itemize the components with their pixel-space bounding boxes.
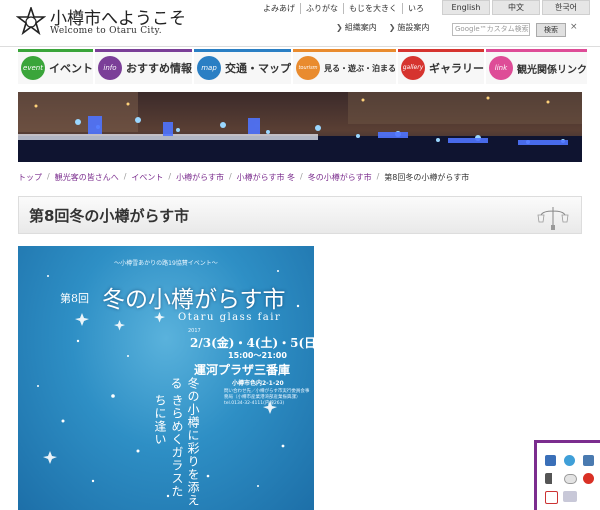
breadcrumb-separator: / [168,172,172,181]
accessibility-links: よみあげ ふりがな もじを大きく いろ [258,3,429,14]
breadcrumb-separator: / [376,172,380,181]
poster-title: 冬の小樽がらす市 [102,287,286,313]
nav-info-label: おすすめ情報 [126,62,192,75]
app-tray-icon[interactable] [545,455,556,466]
nav-event[interactable]: event イベント [18,49,93,84]
bullet-icon: ❯ [388,23,396,32]
city-emblem-icon[interactable] [16,7,46,37]
text-size-link[interactable]: もじを大きく [344,3,403,14]
read-aloud-link[interactable]: よみあげ [258,3,301,14]
search-button[interactable]: 検索 [536,23,566,37]
gas-lamp-icon [537,207,569,230]
gallery-icon: gallery [401,56,425,80]
lang-korean[interactable]: 한국어 [542,0,590,15]
nav-map[interactable]: map 交通・マップ [194,49,291,84]
poster-edition: 第8回 [60,292,89,305]
breadcrumb: トップ / 観光客の皆さんへ / イベント / 小樽がらす市 / 小樽がらす市 冬 / 冬… [18,172,469,183]
lang-english[interactable]: English [442,0,490,15]
breadcrumb-link[interactable]: 観光客の皆さんへ [55,172,119,183]
breadcrumb-current: 第8回冬の小樽がらす市 [384,173,470,182]
search-input[interactable]: Google™カスタム検索 [452,23,530,36]
pen-tray-icon[interactable] [563,491,577,502]
main-nav: event イベント info おすすめ情報 map 交通・マップ touris… [18,49,587,84]
breadcrumb-separator: / [47,172,50,181]
breadcrumb-separator: / [228,172,232,181]
nav-info[interactable]: info おすすめ情報 [95,49,192,84]
poster-english-title: Otaru glass fair [178,312,282,323]
breadcrumb-link[interactable]: 冬の小樽がらす市 [308,172,372,183]
sub-links: ❯ 組織案内 ❯ 施設案内 [336,22,441,33]
cloud-tray-icon[interactable] [564,474,577,484]
nav-link-label: 観光関係リンク [517,64,587,76]
breadcrumb-separator: / [300,172,303,181]
poster-contact: 問い合わせ先／小樽がらす市実行委員会事務局（小樽市産業港湾部産業振興課） tel… [224,389,310,406]
color-link[interactable]: いろ [403,3,429,14]
speaker-tray-icon[interactable] [545,473,552,484]
poster-time: 15:00〜21:00 [228,351,287,360]
clear-search-icon[interactable]: × [570,22,578,32]
facilities-link[interactable]: ❯ 施設案内 [389,22,430,33]
nav-map-label: 交通・マップ [225,62,291,75]
page-title: 第8回冬の小樽がらす市 [29,207,190,225]
tourism-icon: tourism [296,56,320,80]
map-icon: map [197,56,221,80]
link-icon: link [489,56,513,80]
banner-image [18,92,582,162]
nav-gallery[interactable]: gallery ギャラリー [398,49,484,84]
page-heading-bar: 第8回冬の小樽がらす市 [18,196,582,234]
nav-divider [0,46,600,47]
nav-tourism-label: 見る・遊ぶ・泊まる [324,63,396,73]
poster-vertical-text-2: きらめくガラスたちに逢い [153,394,184,498]
breadcrumb-link[interactable]: トップ [18,172,42,183]
shield-tray-icon[interactable] [583,455,594,466]
system-tray-popup [534,440,600,510]
bullet-icon: ❯ [336,23,343,32]
event-icon: event [21,56,45,80]
breadcrumb-link[interactable]: 小樽がらす市 冬 [237,172,295,183]
nav-link[interactable]: link 観光関係リンク [486,49,587,84]
event-poster[interactable]: 〜小樽雪あかりの路19協賛イベント〜 第8回 冬の小樽がらす市 Otaru gl… [18,246,314,510]
breadcrumb-link[interactable]: 小樽がらす市 [176,172,224,183]
site-subtitle: Welcome to Otaru City. [50,26,162,36]
language-switcher: English 中文 한국어 [442,0,592,15]
furigana-link[interactable]: ふりがな [301,3,344,14]
nav-gallery-label: ギャラリー [429,62,484,75]
poster-address: 小樽市色内2-1-20 [232,380,284,387]
poster-venue: 運河プラザ三番庫 [194,363,291,377]
info-icon: info [98,56,122,80]
breadcrumb-link[interactable]: イベント [131,172,163,183]
breadcrumb-separator: / [123,172,127,181]
pdf-tray-icon[interactable] [545,491,558,504]
lang-chinese[interactable]: 中文 [492,0,540,15]
nav-event-label: イベント [49,62,93,75]
poster-dates: 2/3(金)・4(土)・5(日) [190,336,314,350]
record-tray-icon[interactable] [583,473,594,484]
nav-tourism[interactable]: tourism 見る・遊ぶ・泊まる [293,49,396,84]
poster-tagline: 〜小樽雪あかりの路19協賛イベント〜 [114,260,218,267]
globe-tray-icon[interactable] [564,455,575,466]
organization-link[interactable]: ❯ 組織案内 [336,22,377,33]
